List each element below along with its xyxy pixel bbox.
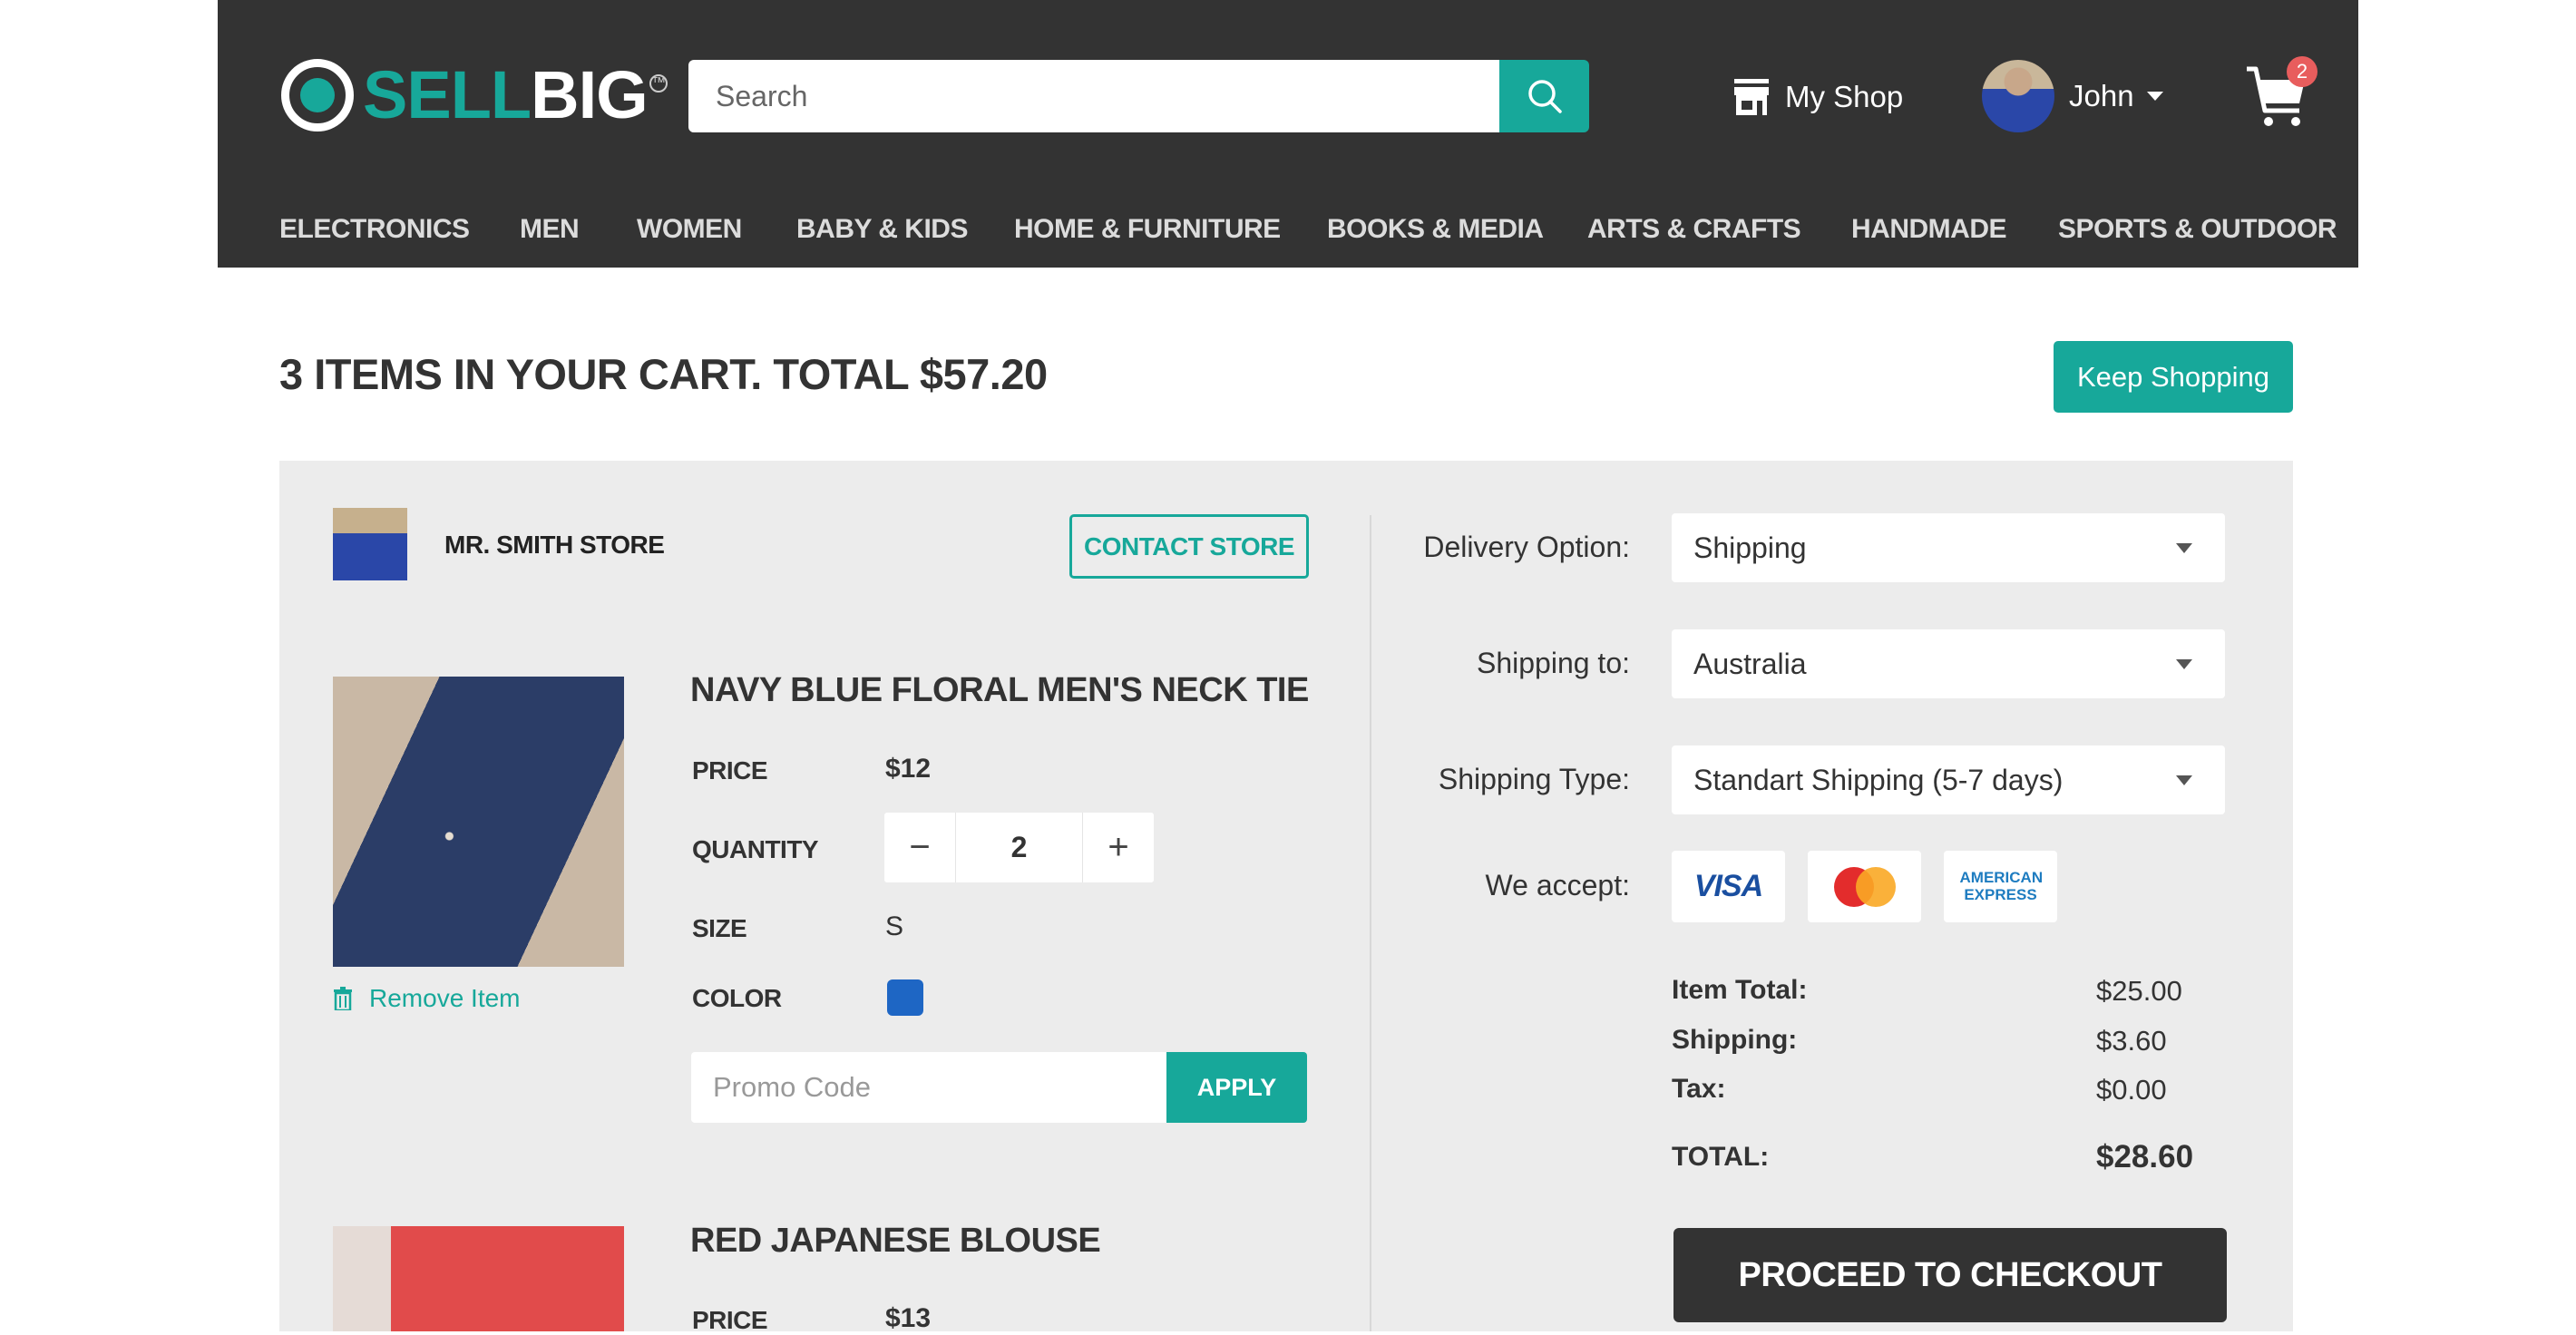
delivery-option-select[interactable]: Shipping bbox=[1672, 513, 2225, 582]
logo-text-sell: SELL bbox=[363, 57, 532, 132]
item-total-value: $25.00 bbox=[2096, 975, 2182, 1007]
user-menu[interactable]: John bbox=[1982, 60, 2163, 132]
trademark-icon: ™ bbox=[649, 74, 668, 93]
nav-item-electronics[interactable]: ELECTRONICS bbox=[279, 190, 470, 268]
delivery-option-value: Shipping bbox=[1693, 531, 1807, 564]
cart-button[interactable]: 2 bbox=[2245, 56, 2317, 129]
nav-item-home-furniture[interactable]: HOME & FURNITURE bbox=[1014, 190, 1281, 268]
remove-item-button[interactable]: Remove Item bbox=[333, 984, 521, 1013]
product-image-neck-tie[interactable] bbox=[333, 677, 624, 967]
amex-card-icon: AMERICAN EXPRESS bbox=[1944, 851, 2057, 922]
price-value: $12 bbox=[885, 754, 932, 784]
decrease-quantity-button[interactable]: − bbox=[884, 813, 955, 882]
shipping-type-select[interactable]: Standart Shipping (5-7 days) bbox=[1672, 745, 2225, 814]
shipping-cost-label: Shipping: bbox=[1672, 1025, 1798, 1055]
store-avatar bbox=[333, 508, 407, 580]
panel-divider bbox=[1370, 515, 1371, 1331]
proceed-to-checkout-button[interactable]: PROCEED TO CHECKOUT bbox=[1673, 1228, 2227, 1322]
color-swatch[interactable] bbox=[887, 979, 923, 1016]
user-name: John bbox=[2069, 79, 2134, 112]
cart-count-badge: 2 bbox=[2287, 56, 2317, 87]
promo-code-input[interactable] bbox=[691, 1052, 1166, 1123]
store-icon bbox=[1734, 79, 1769, 115]
keep-shopping-button[interactable]: Keep Shopping bbox=[2054, 341, 2293, 413]
color-label: COLOR bbox=[692, 984, 782, 1012]
product-title[interactable]: RED JAPANESE BLOUSE bbox=[690, 1222, 1101, 1261]
shipping-to-label: Shipping to: bbox=[1476, 647, 1630, 679]
trash-icon bbox=[334, 987, 352, 1010]
dropdown-arrow-icon bbox=[2176, 658, 2192, 669]
nav-item-handmade[interactable]: HANDMADE bbox=[1851, 190, 2007, 268]
search-button[interactable] bbox=[1499, 60, 1589, 132]
increase-quantity-button[interactable]: + bbox=[1083, 813, 1154, 882]
logo[interactable]: SELLBIG ™ bbox=[281, 56, 668, 134]
size-value: S bbox=[885, 911, 904, 941]
mastercard-icon bbox=[1808, 851, 1921, 922]
nav-item-arts-crafts[interactable]: ARTS & CRAFTS bbox=[1587, 190, 1801, 268]
store-name: MR. SMITH STORE bbox=[444, 531, 665, 559]
nav-item-women[interactable]: WOMEN bbox=[637, 190, 742, 268]
remove-item-label: Remove Item bbox=[369, 984, 521, 1012]
tax-value: $0.00 bbox=[2096, 1074, 2167, 1106]
apply-promo-button[interactable]: APPLY bbox=[1166, 1052, 1307, 1123]
product-image-blouse[interactable] bbox=[333, 1226, 624, 1331]
search-input[interactable] bbox=[688, 60, 1499, 132]
product-title[interactable]: NAVY BLUE FLORAL MEN'S NECK TIE bbox=[690, 671, 1309, 710]
dropdown-arrow-icon bbox=[2176, 542, 2192, 553]
size-label: SIZE bbox=[692, 914, 747, 942]
nav-item-baby-kids[interactable]: BABY & KIDS bbox=[796, 190, 968, 268]
caret-down-icon bbox=[2146, 92, 2163, 101]
shipping-to-select[interactable]: Australia bbox=[1672, 629, 2225, 698]
price-label: PRICE bbox=[692, 1306, 768, 1334]
tax-label: Tax: bbox=[1672, 1074, 1726, 1104]
dropdown-arrow-icon bbox=[2176, 775, 2192, 785]
category-nav: ELECTRONICS MEN WOMEN BABY & KIDS HOME &… bbox=[218, 190, 2358, 268]
quantity-value[interactable]: 2 bbox=[955, 813, 1083, 882]
delivery-option-label: Delivery Option: bbox=[1423, 531, 1630, 563]
my-shop-link[interactable]: My Shop bbox=[1732, 65, 1903, 129]
nav-item-men[interactable]: MEN bbox=[520, 190, 580, 268]
search-icon bbox=[1527, 80, 1562, 113]
order-total-label: TOTAL: bbox=[1672, 1142, 1770, 1172]
quantity-stepper: − 2 + bbox=[884, 813, 1154, 882]
price-label: PRICE bbox=[692, 756, 768, 784]
nav-item-sports-outdoor[interactable]: SPORTS & OUTDOOR bbox=[2058, 190, 2337, 268]
user-avatar bbox=[1982, 60, 2054, 132]
order-total-value: $28.60 bbox=[2096, 1139, 2194, 1174]
shipping-to-value: Australia bbox=[1693, 647, 1807, 680]
visa-card-icon: VISA bbox=[1672, 851, 1785, 922]
shipping-type-value: Standart Shipping (5-7 days) bbox=[1693, 763, 2064, 796]
my-shop-label: My Shop bbox=[1785, 80, 1904, 113]
site-header: SELLBIG™ My Shop John 2 ELECTRONICS MEN … bbox=[218, 0, 2358, 268]
cart-summary-title: 3 ITEMS IN YOUR CART. TOTAL $57.20 bbox=[279, 350, 1048, 398]
logo-globe-icon bbox=[281, 59, 354, 132]
nav-item-books-media[interactable]: BOOKS & MEDIA bbox=[1327, 190, 1544, 268]
we-accept-label: We accept: bbox=[1485, 869, 1630, 901]
shipping-type-label: Shipping Type: bbox=[1438, 763, 1630, 795]
shipping-cost-value: $3.60 bbox=[2096, 1025, 2167, 1057]
price-value: $13 bbox=[885, 1303, 932, 1333]
contact-store-button[interactable]: CONTACT STORE bbox=[1069, 514, 1309, 579]
quantity-label: QUANTITY bbox=[692, 835, 819, 863]
logo-text-big: BIG bbox=[531, 57, 649, 132]
item-total-label: Item Total: bbox=[1672, 975, 1808, 1005]
